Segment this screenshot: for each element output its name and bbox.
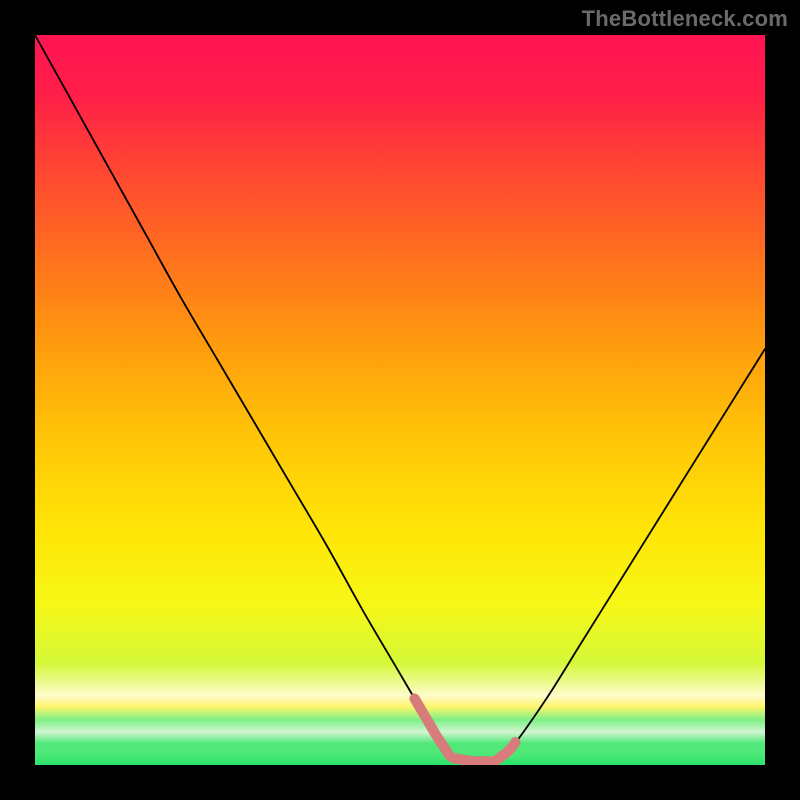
watermark-label: TheBottleneck.com: [582, 6, 788, 32]
bottleneck-curve: [35, 35, 765, 762]
plot-area: [35, 35, 765, 765]
curve-layer: [35, 35, 765, 765]
bottom-highlight: [415, 699, 516, 762]
chart-frame: TheBottleneck.com: [0, 0, 800, 800]
